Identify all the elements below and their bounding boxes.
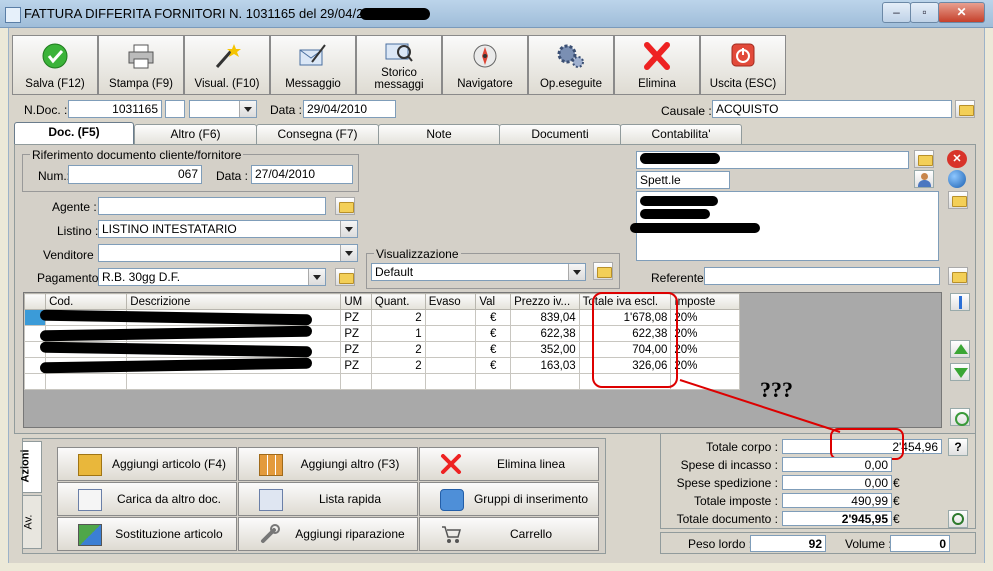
quick-list-icon	[259, 489, 283, 511]
totale-imposte-row: Totale imposte : 490,99 €	[693, 493, 900, 508]
spese-spedizione-field[interactable]: 0,00	[782, 475, 892, 490]
insert-groups-icon	[440, 489, 464, 511]
volume-label: Volume :	[845, 537, 892, 551]
annotation-circle-corpo	[830, 428, 904, 460]
zoom-icon[interactable]	[948, 510, 968, 528]
load-doc-icon	[78, 489, 102, 511]
add-article-icon	[78, 454, 102, 476]
spese-incasso-row: Spese di incasso : 0,00	[664, 457, 992, 473]
cart-icon	[442, 526, 461, 543]
move-up-icon[interactable]	[950, 340, 970, 358]
tab-azioni[interactable]: Azioni	[20, 441, 42, 493]
move-down-icon[interactable]	[950, 363, 970, 381]
move-rows-icon[interactable]	[950, 293, 970, 311]
quick-list-button[interactable]: Lista rapida	[238, 482, 418, 516]
delete-line-button[interactable]: Elimina linea	[419, 447, 599, 481]
insert-groups-button[interactable]: Gruppi di inserimento	[419, 482, 599, 516]
load-doc-button[interactable]: Carica da altro doc.	[57, 482, 237, 516]
add-other-icon	[259, 454, 283, 476]
totale-imposte-field[interactable]: 490,99	[782, 493, 892, 508]
wrench-icon	[261, 524, 280, 543]
spese-incasso-field[interactable]: 0,00	[782, 457, 892, 472]
help-button[interactable]: ?	[948, 438, 968, 456]
peso-field[interactable]: 92	[750, 535, 826, 552]
add-repair-button[interactable]: Aggiungi riparazione	[238, 517, 418, 551]
tab-av[interactable]: Av.	[22, 495, 42, 549]
add-article-button[interactable]: Aggiungi articolo (F4)	[57, 447, 237, 481]
delete-line-icon	[441, 454, 461, 474]
add-other-button[interactable]: Aggiungi altro (F3)	[238, 447, 418, 481]
cart-button[interactable]: Carrello	[419, 517, 599, 551]
totale-documento-row: Totale documento : 2'945,95 €	[676, 511, 900, 526]
refresh-icon[interactable]	[950, 408, 970, 426]
replace-article-button[interactable]: Sostituzione articolo	[57, 517, 237, 551]
totale-documento-field[interactable]: 2'945,95	[782, 511, 892, 526]
peso-label: Peso lordo :	[688, 537, 753, 551]
volume-field[interactable]: 0	[890, 535, 950, 552]
spese-spedizione-row: Spese spedizione : 0,00 €	[676, 475, 900, 490]
replace-article-icon	[78, 524, 102, 546]
totale-corpo-row: Totale corpo : 2'454,96	[664, 439, 992, 455]
